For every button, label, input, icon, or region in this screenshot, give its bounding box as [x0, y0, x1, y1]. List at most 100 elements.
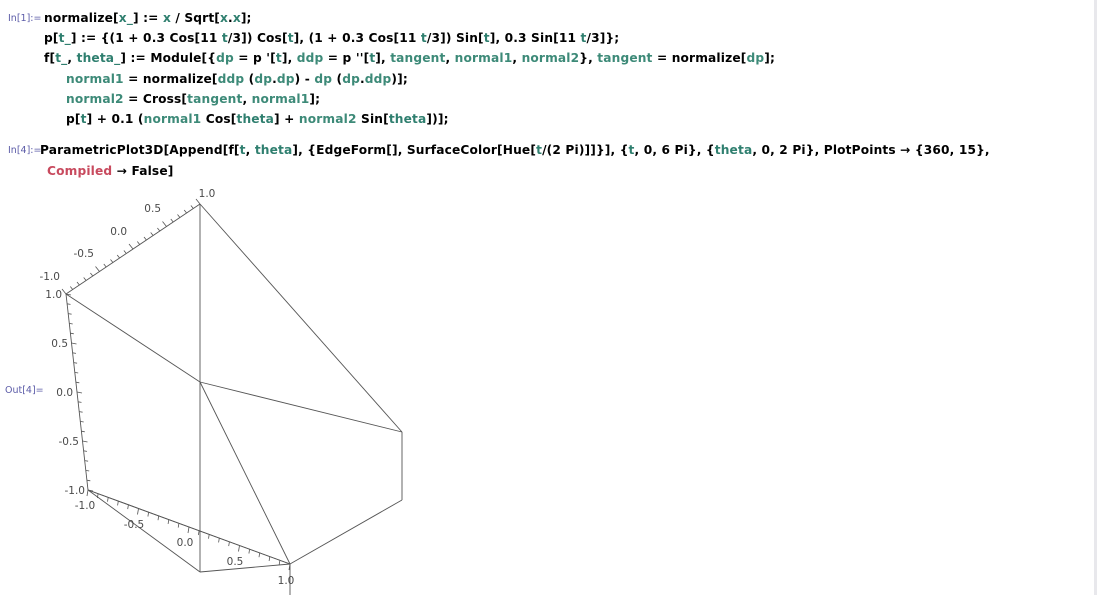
- code-token-undefined-symbol: Compiled: [47, 164, 113, 178]
- edge-bottom-back-left: [87, 489, 201, 573]
- code-token: ];: [309, 92, 321, 106]
- edge-inner-diag: [199, 381, 291, 565]
- code-token-local: normal1: [143, 112, 202, 126]
- code-token-pattern: x: [220, 11, 229, 25]
- code-token: ] +: [274, 112, 299, 126]
- code-token: ,: [445, 51, 455, 65]
- code-token-local: ddp: [296, 51, 324, 65]
- code-line-5[interactable]: normal2 = Cross[tangent, normal1];: [66, 92, 320, 106]
- tick-label: 1.0: [278, 575, 295, 587]
- code-line-2[interactable]: p[t_] := {(1 + 0.3 Cos[11 t/3]) Cos[t], …: [44, 31, 619, 45]
- code-token-local: ddp: [364, 72, 392, 86]
- edge-top-right-diag: [199, 203, 403, 433]
- code-token: ParametricPlot3D[Append[f[: [40, 143, 240, 157]
- code-token-local: normal2: [66, 92, 124, 106]
- code-token: ], {EdgeForm[], SurfaceColor[Hue[: [292, 143, 537, 157]
- code-token: (: [332, 72, 343, 86]
- edge-bottom-right: [289, 499, 403, 565]
- code-token-local: dp: [276, 72, 295, 86]
- code-token: ], (1 + 0.3 Cos[11: [293, 31, 421, 45]
- code-token: ,: [512, 51, 522, 65]
- edge-top-interior-left: [65, 293, 201, 383]
- code-token: /3]) Cos[: [227, 31, 288, 45]
- code-line-4[interactable]: normal1 = normalize[ddp (dp.dp) - dp (dp…: [66, 72, 408, 86]
- code-token: = p ''[: [323, 51, 370, 65]
- code-token: = normalize[: [652, 51, 747, 65]
- code-token: ] := {(1 + 0.3 Cos[11: [70, 31, 222, 45]
- code-line-1[interactable]: normalize[x_] := x / Sqrt[x.x];: [44, 11, 252, 25]
- tick-label: -0.5: [124, 519, 145, 531]
- code-token-local: tangent: [187, 92, 243, 106]
- code-token: →: [112, 164, 132, 178]
- code-token: ])];: [426, 112, 449, 126]
- code-token: Sin[: [356, 112, 389, 126]
- code-token-pattern: x: [232, 11, 241, 25]
- tick-label: 0.0: [177, 537, 194, 549]
- axis-top-rear-labels: -1.0 -0.5 0.0 0.5 1.0: [40, 188, 216, 283]
- tick-label: 0.5: [144, 203, 161, 215]
- code-token: = p '[: [233, 51, 276, 65]
- tick-label: -1.0: [75, 500, 96, 512]
- code-token-pattern: t_: [55, 51, 68, 65]
- code-token-local: tangent: [597, 51, 653, 65]
- code-token: ], 0.3 Sin[11: [489, 31, 581, 45]
- axis-left-vertical-labels: 1.0 0.5 0.0 -0.5 -1.0: [45, 289, 85, 497]
- tick-label: -0.5: [59, 436, 80, 448]
- code-token: ],: [281, 51, 297, 65]
- code-token-pattern: theta_: [76, 51, 121, 65]
- code-token: normalize[: [44, 11, 119, 25]
- axis-top-rear-ticks: [61, 198, 201, 295]
- tick-label: 0.5: [51, 338, 68, 350]
- tick-label: 1.0: [199, 188, 216, 200]
- code-token: ,: [242, 92, 252, 106]
- axis-bottom-front-labels: -1.0 -0.5 0.0 0.5 1.0: [75, 500, 295, 587]
- code-token: ];: [764, 51, 775, 65]
- code-token: = normalize[: [123, 72, 218, 86]
- code-token: ];: [240, 11, 252, 25]
- in-label-1: In[1]:=: [8, 13, 42, 24]
- code-token-local: dp: [342, 72, 360, 86]
- code-token: False]: [131, 164, 174, 178]
- code-token-local: dp: [216, 51, 234, 65]
- code-token-local: dp: [314, 72, 333, 86]
- code-line-3[interactable]: f[t_, theta_] := Module[{dp = p '[t], dd…: [44, 51, 775, 65]
- edge-bottom-center-right: [199, 563, 291, 573]
- code-line-6[interactable]: p[t] + 0.1 (normal1 Cos[theta] + normal2…: [66, 112, 449, 126]
- code-token: f[: [44, 51, 56, 65]
- code-token: /(2 Pi)]]}], {: [542, 143, 629, 157]
- code-token: /3]) Sin[: [426, 31, 484, 45]
- code-token-pattern: theta: [254, 143, 293, 157]
- code-token: ] := Module[{: [120, 51, 217, 65]
- tick-label: 0.0: [56, 387, 73, 399]
- code-token: = Cross[: [123, 92, 188, 106]
- parametric-plot-3d-output[interactable]: -1.0 -0.5 0.0 0.5 1.0 1.0 0.5 0.0 -0.5 -…: [0, 182, 470, 595]
- code-token-local: dp: [746, 51, 765, 65]
- code-token: (: [244, 72, 255, 86]
- code-token: , 0, 6 Pi}, {: [634, 143, 715, 157]
- code-token-local: normal2: [521, 51, 580, 65]
- code-token: / Sqrt[: [170, 11, 221, 25]
- code-token: p[: [66, 112, 81, 126]
- code-token-local: dp: [254, 72, 273, 86]
- code-token: ,: [67, 51, 77, 65]
- code-token: /3]};: [586, 31, 620, 45]
- code-token-pattern: t_: [58, 31, 71, 45]
- code-token: ] + 0.1 (: [86, 112, 144, 126]
- code-token-pattern: theta: [236, 112, 275, 126]
- tick-label: 0.5: [227, 556, 244, 568]
- code-token-local: normal2: [298, 112, 357, 126]
- code-token-pattern: theta: [388, 112, 427, 126]
- tick-label: -1.0: [40, 271, 61, 283]
- mathematica-notebook: In[1]:= normalize[x_] := x / Sqrt[x.x]; …: [0, 0, 1097, 595]
- code-token: Cos[: [201, 112, 237, 126]
- code-token-local: ddp: [217, 72, 245, 86]
- in-label-4: In[4]:=: [8, 145, 42, 156]
- tick-label: 0.0: [110, 226, 127, 238]
- code-line-7[interactable]: ParametricPlot3D[Append[f[t, theta], {Ed…: [40, 143, 990, 157]
- code-line-8[interactable]: Compiled → False]: [47, 164, 173, 178]
- code-token: , 0, 2 Pi}, PlotPoints → {360, 15},: [752, 143, 990, 157]
- code-token: },: [579, 51, 598, 65]
- code-token-pattern: x_: [118, 11, 134, 25]
- code-token: p[: [44, 31, 59, 45]
- code-token-local: normal1: [66, 72, 124, 86]
